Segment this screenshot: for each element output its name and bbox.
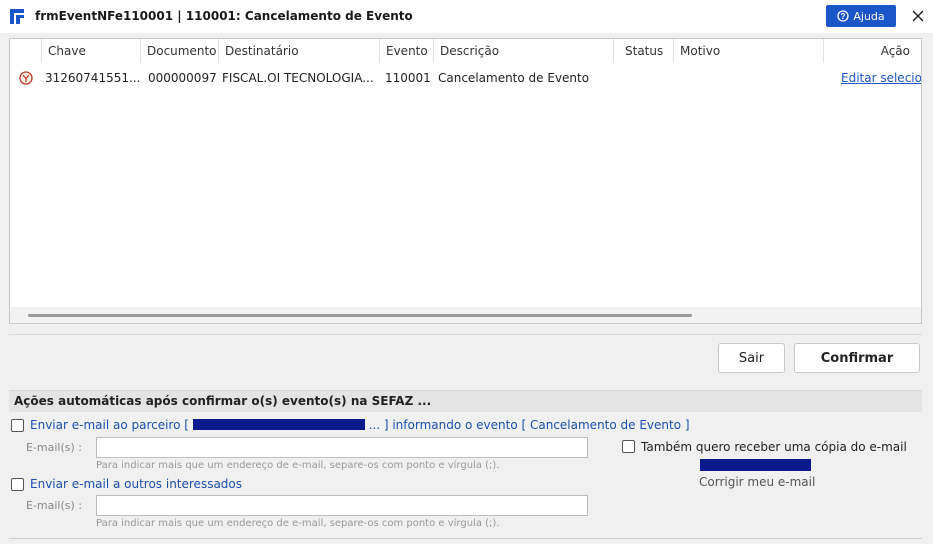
close-icon[interactable] — [909, 7, 927, 25]
help-icon: ? — [837, 10, 850, 22]
copy-email-label[interactable]: Também quero receber uma cópia do e-mail — [641, 440, 907, 454]
help-button-label: Ajuda — [853, 9, 885, 23]
column-header-destinatario[interactable]: Destinatário — [219, 39, 380, 63]
grid-header-icon-col — [10, 39, 42, 63]
column-header-evento[interactable]: Evento — [380, 39, 434, 63]
others-email-field-label: E-mail(s) : — [26, 499, 83, 512]
column-header-chave[interactable]: Chave — [42, 39, 141, 63]
redacted-partner-name — [192, 419, 365, 430]
copy-email-checkbox[interactable] — [622, 440, 635, 453]
cell-evento: 110001 — [385, 71, 431, 85]
cell-descricao: Cancelamento de Evento — [438, 71, 590, 85]
scrollbar-thumb[interactable] — [28, 314, 692, 317]
column-header-documento[interactable]: Documento — [141, 39, 219, 63]
cell-chave: 31260741551... — [45, 71, 139, 85]
app-logo-icon — [10, 9, 24, 24]
confirm-button[interactable]: Confirmar — [794, 343, 920, 373]
partner-email-label[interactable]: Enviar e-mail ao parceiro [ ... ] inform… — [30, 418, 690, 432]
events-grid[interactable]: Chave Documento Destinatário Evento Desc… — [9, 38, 922, 324]
column-header-descricao[interactable]: Descrição — [434, 39, 614, 63]
exit-button[interactable]: Sair — [718, 343, 785, 373]
partner-email-field-label: E-mail(s) : — [26, 441, 83, 454]
column-header-status[interactable]: Status — [614, 39, 674, 63]
partner-email-label-suffix: ... ] informando o evento [ Cancelamento… — [368, 418, 690, 432]
bottom-divider — [9, 538, 922, 539]
column-header-acao[interactable]: Ação — [824, 39, 921, 63]
partner-email-input[interactable] — [96, 437, 588, 458]
divider — [9, 334, 922, 335]
others-email-label[interactable]: Enviar e-mail a outros interessados — [30, 477, 242, 491]
svg-text:?: ? — [841, 12, 846, 21]
partner-email-label-prefix: Enviar e-mail ao parceiro [ — [30, 418, 189, 432]
others-email-checkbox[interactable] — [11, 478, 24, 491]
partner-email-checkbox[interactable] — [11, 419, 24, 432]
cell-motivo — [680, 67, 820, 89]
event-status-icon — [19, 71, 33, 85]
auto-actions-header: Ações automáticas após confirmar o(s) ev… — [9, 390, 922, 412]
redacted-own-email — [700, 459, 811, 471]
grid-header: Chave Documento Destinatário Evento Desc… — [10, 39, 921, 63]
help-button[interactable]: ? Ajuda — [826, 5, 896, 27]
others-email-input[interactable] — [96, 495, 588, 516]
table-row[interactable]: 31260741551... 000000097 FISCAL.OI TECNO… — [10, 67, 921, 89]
column-header-motivo[interactable]: Motivo — [674, 39, 824, 63]
title-bar: frmEventNFe110001 | 110001: Cancelamento… — [0, 0, 933, 33]
edit-selection-link[interactable]: Editar selecion — [841, 67, 921, 89]
window-title: frmEventNFe110001 | 110001: Cancelamento… — [35, 9, 413, 23]
others-email-hint: Para indicar mais que um endereço de e-m… — [96, 518, 500, 529]
partner-email-hint: Para indicar mais que um endereço de e-m… — [96, 460, 500, 471]
cell-destinatario: FISCAL.OI TECNOLOGIA... — [222, 71, 374, 85]
cell-documento: 000000097 — [148, 71, 217, 85]
cell-status — [625, 67, 673, 89]
fix-my-email-link[interactable]: Corrigir meu e-mail — [699, 475, 815, 489]
